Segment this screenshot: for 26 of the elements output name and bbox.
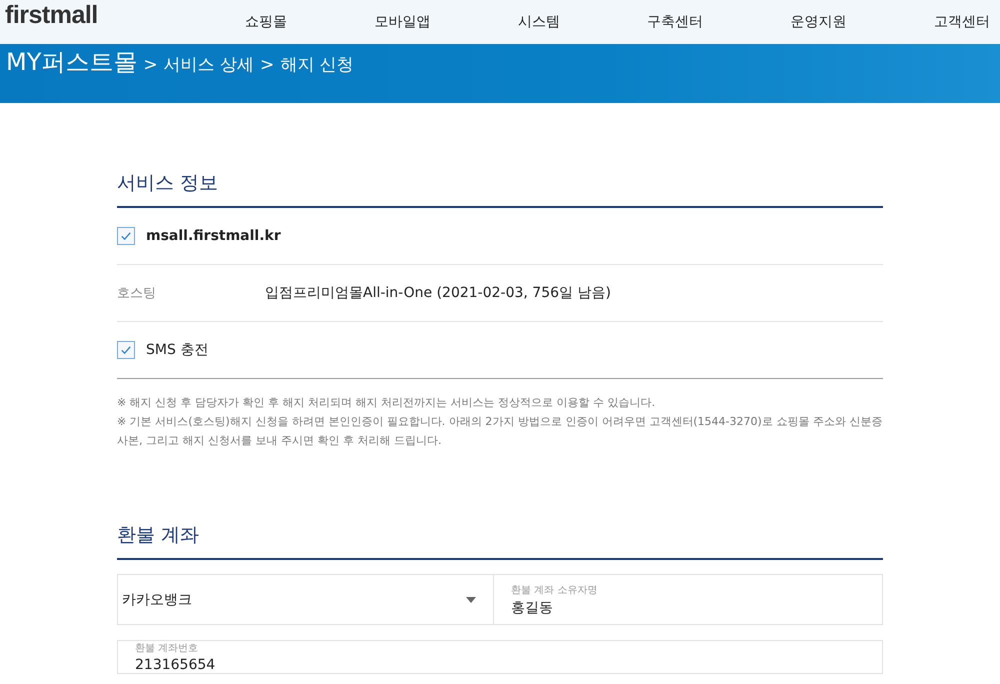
nav-link[interactable]: 구축센터 [647,13,704,31]
breadcrumb-item: 해지 신청 [280,54,354,76]
bank-select[interactable]: 카카오뱅크 [117,574,494,625]
breadcrumb-link[interactable]: MY퍼스트몰 [6,46,138,78]
hosting-label: 호스팅 [117,285,157,302]
breadcrumb-separator: > [143,55,158,75]
section-title: 서비스 정보 [117,170,883,208]
nav-link[interactable]: 시스템 [518,13,560,31]
nav-link[interactable]: 고객센터 [934,13,990,31]
breadcrumb-item: 서비스 상세 [164,54,254,76]
checkbox[interactable] [117,227,135,245]
firstmall-logo[interactable]: firstmall [5,0,180,30]
notice-text: ※ 해지 신청 후 담당자가 확인 후 해지 처리되며 해지 처리전까지는 서비스는 정상적으로 이용할 수 있습니다. [117,395,656,411]
section-title: 환불 계좌 [117,522,883,560]
account-number-field[interactable]: 환불 계좌번호 213165654 [117,640,883,674]
breadcrumb-separator: > [260,55,274,75]
notice-text: ※ 기본 서비스(호스팅)해지 신청을 하려면 본인인증이 필요합니다. 아래의 2가지 방법으로 인증이 어려우면 고객센터(1544-3270)로 쇼핑몰 주소와 신분증 사본, 그리고 해지 신청서를 보내 주시면 확인 후 처리해 드립니다. [117,414,883,449]
nav-link[interactable]: 운영지원 [790,13,847,31]
checkbox-label: SMS 충전 [146,341,208,359]
nav-link[interactable]: 모바일앱 [374,13,430,31]
nav-link[interactable]: 쇼핑몰 [245,13,287,31]
account-holder-field[interactable]: 환불 계좌 소유자명 홍길동 [494,574,883,625]
checkbox[interactable] [117,341,135,359]
checkbox-label: msall.firstmall.kr [146,228,281,244]
hosting-value: 입점프리미엄몰All-in-One (2021-02-03, 756일 남음) [265,284,611,302]
caret-icon [466,596,476,602]
